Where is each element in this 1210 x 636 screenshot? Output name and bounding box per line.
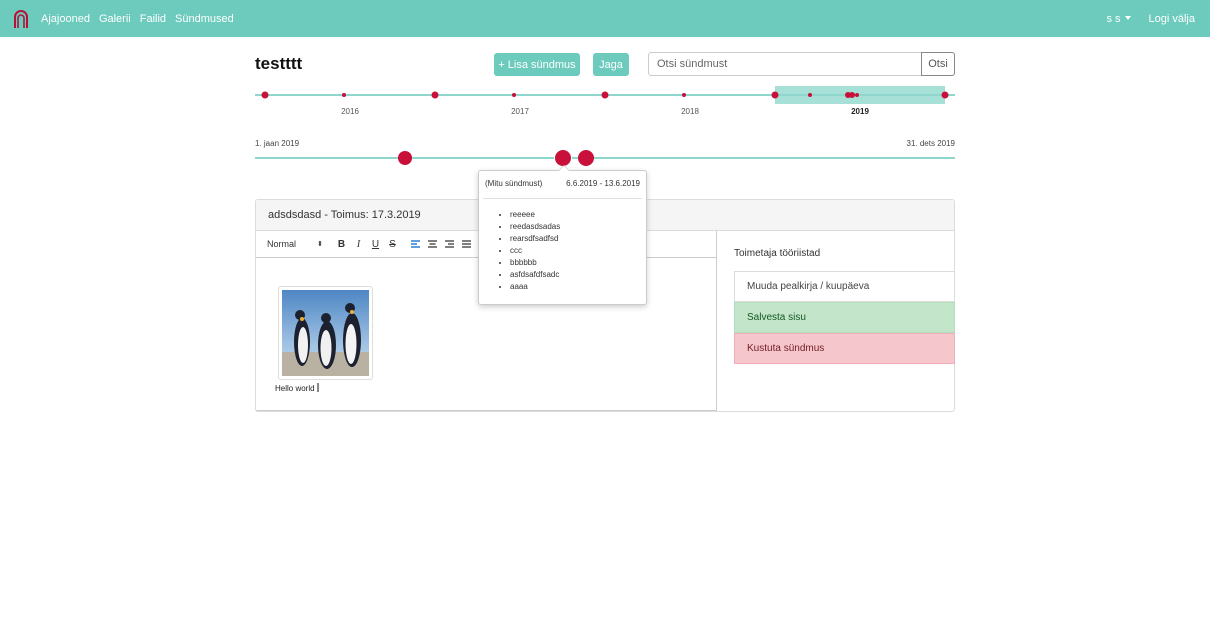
list-item[interactable]: rearsdfsadfsd (510, 233, 646, 245)
updown-icon: ⬍ (317, 241, 323, 248)
format-select[interactable]: Normal ⬍ (267, 239, 323, 249)
timeline-tick (682, 93, 686, 97)
list-item[interactable]: ccc (510, 245, 646, 257)
penguins-image[interactable] (278, 286, 373, 380)
timeline-tick (512, 93, 516, 97)
italic-icon[interactable]: I (350, 237, 367, 251)
popover-header: (Mitu sündmust) 6.6.2019 - 13.6.2019 (483, 171, 642, 199)
timeline-event-dot[interactable] (941, 91, 949, 99)
list-item[interactable]: aaaa (510, 281, 646, 293)
timeline-event-dot[interactable] (855, 93, 859, 97)
tools-title: Toimetaja tööriistad (734, 248, 821, 259)
add-event-button[interactable]: + Lisa sündmus (494, 53, 580, 76)
caret-down-icon (1124, 15, 1131, 20)
list-item[interactable]: reeeee (510, 209, 646, 221)
user-name: s s (1106, 12, 1121, 25)
align-right-icon[interactable] (441, 237, 458, 251)
save-content-button[interactable]: Salvesta sisu (734, 302, 955, 333)
zoom-event-dot-active[interactable] (555, 150, 571, 166)
nav-link-timelines[interactable]: Ajajooned (41, 13, 90, 25)
popover-date-range: 6.6.2019 - 13.6.2019 (566, 179, 640, 188)
editor-content[interactable]: Hello world (275, 383, 319, 393)
search-button[interactable]: Otsi (921, 52, 955, 76)
logout-link[interactable]: Logi välja (1149, 13, 1195, 25)
year-label: 2018 (681, 107, 699, 116)
logo-icon[interactable] (14, 9, 28, 28)
user-menu[interactable]: s s (1106, 12, 1131, 25)
delete-event-button[interactable]: Kustuta sündmus (734, 333, 955, 364)
nav-link-events[interactable]: Sündmused (175, 13, 234, 25)
timeline-event-dot[interactable] (431, 91, 439, 99)
zoom-event-dot[interactable] (578, 150, 594, 166)
align-justify-icon[interactable] (458, 237, 475, 251)
strikethrough-icon[interactable]: S (384, 237, 401, 251)
bold-icon[interactable]: B (333, 237, 350, 251)
list-item[interactable]: reedasdsadas (510, 221, 646, 233)
events-popover: (Mitu sündmust) 6.6.2019 - 13.6.2019 ree… (478, 165, 647, 305)
zoom-event-dot[interactable] (398, 151, 412, 165)
list-item[interactable]: bbbbbb (510, 257, 646, 269)
zoom-timeline-axis (255, 157, 955, 159)
format-select-value: Normal (267, 239, 297, 249)
underline-icon[interactable]: U (367, 237, 384, 251)
nav-link-gallery[interactable]: Galerii (99, 13, 131, 25)
navbar: Ajajooned Galerii Failid Sündmused s s L… (0, 0, 1210, 37)
edit-title-date-button[interactable]: Muuda pealkirja / kuupäeva (734, 271, 955, 302)
zoom-start-label: 1. jaan 2019 (255, 139, 300, 148)
timeline-event-dot[interactable] (808, 93, 812, 97)
popover-label: (Mitu sündmust) (485, 179, 543, 188)
zoom-end-label: 31. dets 2019 (906, 139, 955, 148)
timeline-event-dot[interactable] (601, 91, 609, 99)
timeline-tick (342, 93, 346, 97)
year-label-selected: 2019 (851, 107, 869, 116)
nav-link-files[interactable]: Failid (140, 13, 166, 25)
year-label: 2016 (341, 107, 359, 116)
align-left-icon[interactable] (407, 237, 424, 251)
share-button[interactable]: Jaga (593, 53, 629, 76)
list-item[interactable]: asfdsafdfsadc (510, 269, 646, 281)
timeline-event-dot[interactable] (771, 91, 779, 99)
editor-text: Hello world (275, 384, 315, 393)
text-cursor (316, 383, 319, 392)
timeline-event-dot[interactable] (261, 91, 269, 99)
align-center-icon[interactable] (424, 237, 441, 251)
search-input[interactable] (648, 52, 922, 76)
year-label: 2017 (511, 107, 529, 116)
popover-event-list: reeeee reedasdsadas rearsdfsadfsd ccc bb… (479, 199, 646, 293)
page-title: testttt (255, 54, 303, 73)
